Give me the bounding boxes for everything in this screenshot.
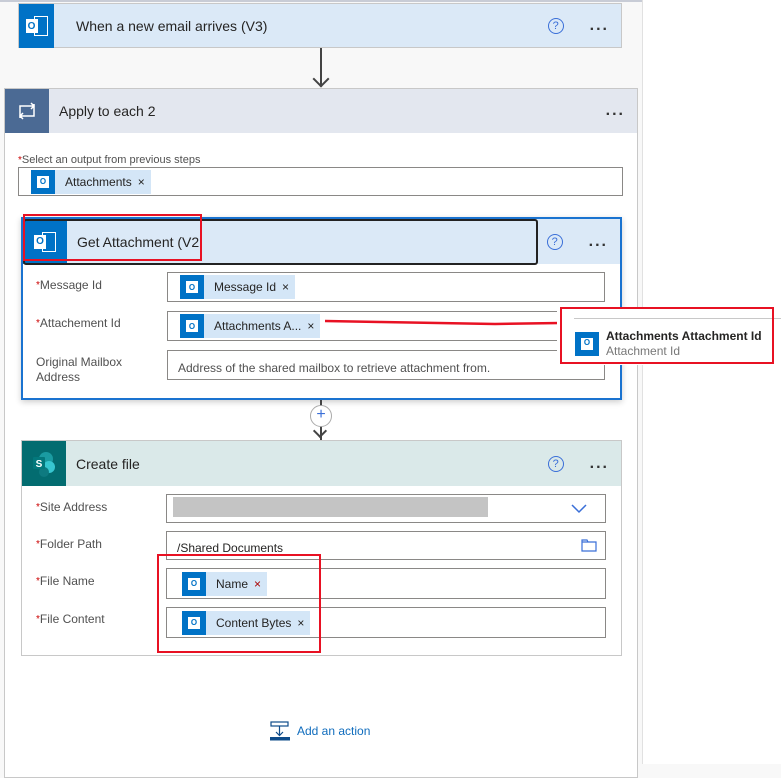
file-content-label: *File Content xyxy=(36,612,105,626)
folder-icon[interactable] xyxy=(581,539,597,552)
loop-icon xyxy=(5,89,49,133)
help-icon[interactable]: ? xyxy=(547,455,564,472)
add-action-button[interactable]: Add an action xyxy=(270,721,370,741)
mailbox-input[interactable]: Address of the shared mailbox to retriev… xyxy=(167,350,605,380)
folder-path-value: /Shared Documents xyxy=(177,540,284,555)
trigger-title: When a new email arrives (V3) xyxy=(76,18,268,34)
highlight-box xyxy=(560,307,774,364)
insert-step-button[interactable]: + xyxy=(310,405,332,427)
trigger-card[interactable]: O When a new email arrives (V3) ? ... xyxy=(18,3,622,48)
site-address-label: *Site Address xyxy=(36,500,108,514)
output-input[interactable]: O Attachments × xyxy=(18,167,623,196)
loop-title: Apply to each 2 xyxy=(59,103,156,119)
message-id-label: *Message Id xyxy=(36,278,102,292)
attachments-token[interactable]: O Attachments × xyxy=(31,169,151,194)
message-id-input[interactable]: O Message Id × xyxy=(167,272,605,302)
outlook-icon: O xyxy=(19,4,54,48)
redacted-value xyxy=(173,497,488,517)
output-label: *Select an output from previous steps xyxy=(18,154,201,166)
remove-token-icon[interactable]: × xyxy=(138,175,151,189)
highlight-box xyxy=(157,554,321,653)
help-icon[interactable]: ? xyxy=(547,18,564,34)
mailbox-placeholder: Address of the shared mailbox to retriev… xyxy=(178,361,491,375)
chevron-down-icon[interactable] xyxy=(571,504,587,514)
message-id-token[interactable]: O Message Id × xyxy=(180,275,296,299)
add-action-icon xyxy=(270,721,290,741)
top-border xyxy=(0,0,642,2)
right-pane xyxy=(642,0,781,764)
more-options-button[interactable]: ... xyxy=(606,102,625,120)
more-options-button[interactable]: ... xyxy=(590,455,609,473)
more-options-button[interactable]: ... xyxy=(590,17,609,35)
remove-token-icon[interactable]: × xyxy=(307,319,320,333)
annotation-line xyxy=(324,319,561,326)
highlight-box xyxy=(23,214,202,261)
mailbox-label: Original Mailbox Address xyxy=(36,355,123,384)
add-action-label: Add an action xyxy=(297,724,371,738)
create-file-title: Create file xyxy=(76,455,140,472)
attachment-id-token[interactable]: O Attachments A... × xyxy=(180,314,321,338)
sharepoint-icon: S xyxy=(22,441,66,486)
arrow-head-icon xyxy=(312,70,330,88)
more-options-button[interactable]: ... xyxy=(589,233,608,251)
help-icon[interactable]: ? xyxy=(546,233,563,250)
svg-text:S: S xyxy=(36,459,43,470)
attachment-id-label: *Attachement Id xyxy=(36,316,121,330)
folder-path-label: *Folder Path xyxy=(36,537,102,551)
site-address-dropdown[interactable] xyxy=(166,494,606,523)
remove-token-icon[interactable]: × xyxy=(282,280,295,294)
file-name-label: *File Name xyxy=(36,574,95,588)
